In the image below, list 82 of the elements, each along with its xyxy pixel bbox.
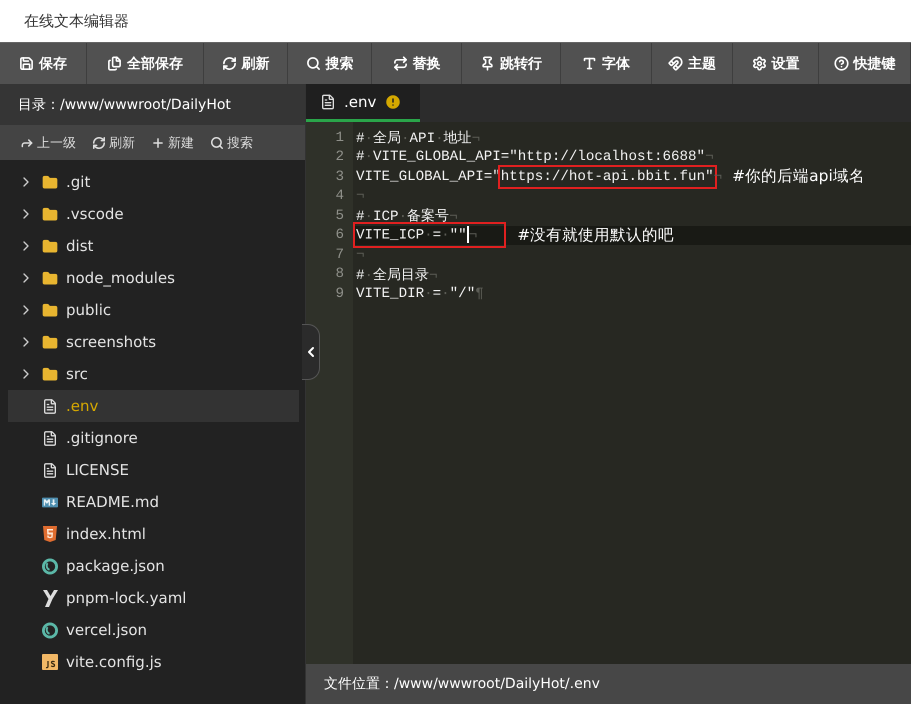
sidebar-action[interactable]: 搜索: [210, 134, 253, 152]
file-tree-item[interactable]: pnpm-lock.yaml: [8, 582, 299, 614]
file-tree-item[interactable]: src: [8, 358, 299, 390]
directory-path: 目录：/www/wwwroot/DailyHot: [0, 84, 305, 125]
file-name: README.md: [66, 493, 160, 511]
file-tree-item[interactable]: .env: [8, 390, 299, 422]
file-icon: [42, 430, 58, 446]
file-name: src: [66, 365, 88, 383]
file-tree-item[interactable]: index.html: [8, 518, 299, 550]
search-icon: [210, 136, 224, 150]
file-icon: [320, 94, 336, 110]
files-icon: [107, 56, 122, 71]
file-tree-item[interactable]: LICENSE: [8, 454, 299, 486]
magnet-icon: [668, 56, 683, 71]
file-tree-item[interactable]: screenshots: [8, 326, 299, 358]
file-name: dist: [66, 237, 94, 255]
json-icon: [42, 558, 58, 574]
file-name: .gitignore: [66, 429, 138, 447]
plus-icon: [151, 136, 165, 150]
code-line: #·VITE_GLOBAL_API="http://localhost:6688"¬: [355, 149, 714, 166]
markdown-icon: [42, 496, 58, 508]
file-name: pnpm-lock.yaml: [66, 589, 186, 607]
code-line: ¬: [355, 246, 365, 263]
help-icon: [834, 56, 848, 71]
json-icon: [42, 622, 58, 638]
file-tree-item[interactable]: README.md: [8, 486, 299, 518]
file-icon: [42, 398, 58, 414]
file-tree-item[interactable]: node_modules: [8, 262, 299, 294]
file-name: index.html: [66, 525, 146, 543]
file-name: node_modules: [66, 269, 175, 287]
search-icon: [306, 56, 320, 71]
folder-icon: [42, 174, 58, 190]
code-line: #·全局·API·地址¬: [355, 130, 480, 148]
collapse-handle[interactable]: [302, 324, 320, 380]
annotation-note: #没有就使用默认的吧: [517, 224, 674, 246]
file-tree-item[interactable]: vercel.json: [8, 614, 299, 646]
file-tree-item[interactable]: package.json: [8, 550, 299, 582]
settings-icon: [752, 56, 766, 71]
sidebar-action[interactable]: 上一级: [20, 134, 76, 152]
yaml-icon: [42, 590, 58, 606]
file-icon: [42, 462, 58, 478]
annotation-note: #你的后端api域名: [732, 166, 865, 188]
refresh-icon: [222, 56, 236, 71]
folder-icon: [42, 366, 58, 382]
file-name: screenshots: [66, 333, 156, 351]
sidebar-action[interactable]: 刷新: [92, 134, 135, 152]
file-tab[interactable]: .env: [306, 84, 420, 122]
code-line: VITE_DIR·=·"/"¶: [355, 286, 484, 302]
folder-icon: [42, 334, 58, 350]
file-name: vercel.json: [66, 621, 148, 639]
code-line: ¬: [355, 188, 365, 204]
file-name: .git: [66, 173, 90, 191]
save-icon: [19, 56, 34, 71]
file-tree-item[interactable]: .gitignore: [8, 422, 299, 454]
code-line: VITE_ICP·=·""¬: [353, 225, 504, 246]
status-bar: 文件位置：/www/wwwroot/DailyHot/.env: [306, 664, 911, 704]
text-icon: [582, 56, 597, 71]
file-name: .env: [66, 397, 98, 415]
pin-icon: [480, 56, 495, 71]
file-name: vite.config.js: [66, 653, 162, 671]
file-tree-item[interactable]: vite.config.js: [8, 646, 299, 678]
code-line: #·ICP·备案号¬: [355, 207, 458, 226]
repeat-icon: [392, 56, 408, 71]
file-tree-item[interactable]: dist: [8, 230, 299, 262]
html-icon: [43, 526, 57, 542]
file-tree-item[interactable]: .vscode: [8, 198, 299, 230]
folder-icon: [42, 302, 58, 318]
file-tree-item[interactable]: .git: [8, 166, 299, 198]
file-name: .vscode: [66, 205, 124, 223]
folder-icon: [42, 270, 58, 286]
js-icon: [42, 654, 58, 670]
tab-label: .env: [344, 92, 376, 110]
folder-icon: [42, 206, 58, 222]
file-tree-item[interactable]: public: [8, 294, 299, 326]
file-name: package.json: [66, 557, 165, 575]
file-name: public: [66, 301, 112, 319]
refresh-icon: [92, 136, 106, 150]
line-number: 6: [306, 226, 353, 245]
folder-icon: [42, 238, 58, 254]
sidebar-action[interactable]: 新建: [151, 134, 194, 152]
file-name: LICENSE: [66, 461, 129, 479]
code-line: #·全局目录¬: [355, 266, 438, 284]
